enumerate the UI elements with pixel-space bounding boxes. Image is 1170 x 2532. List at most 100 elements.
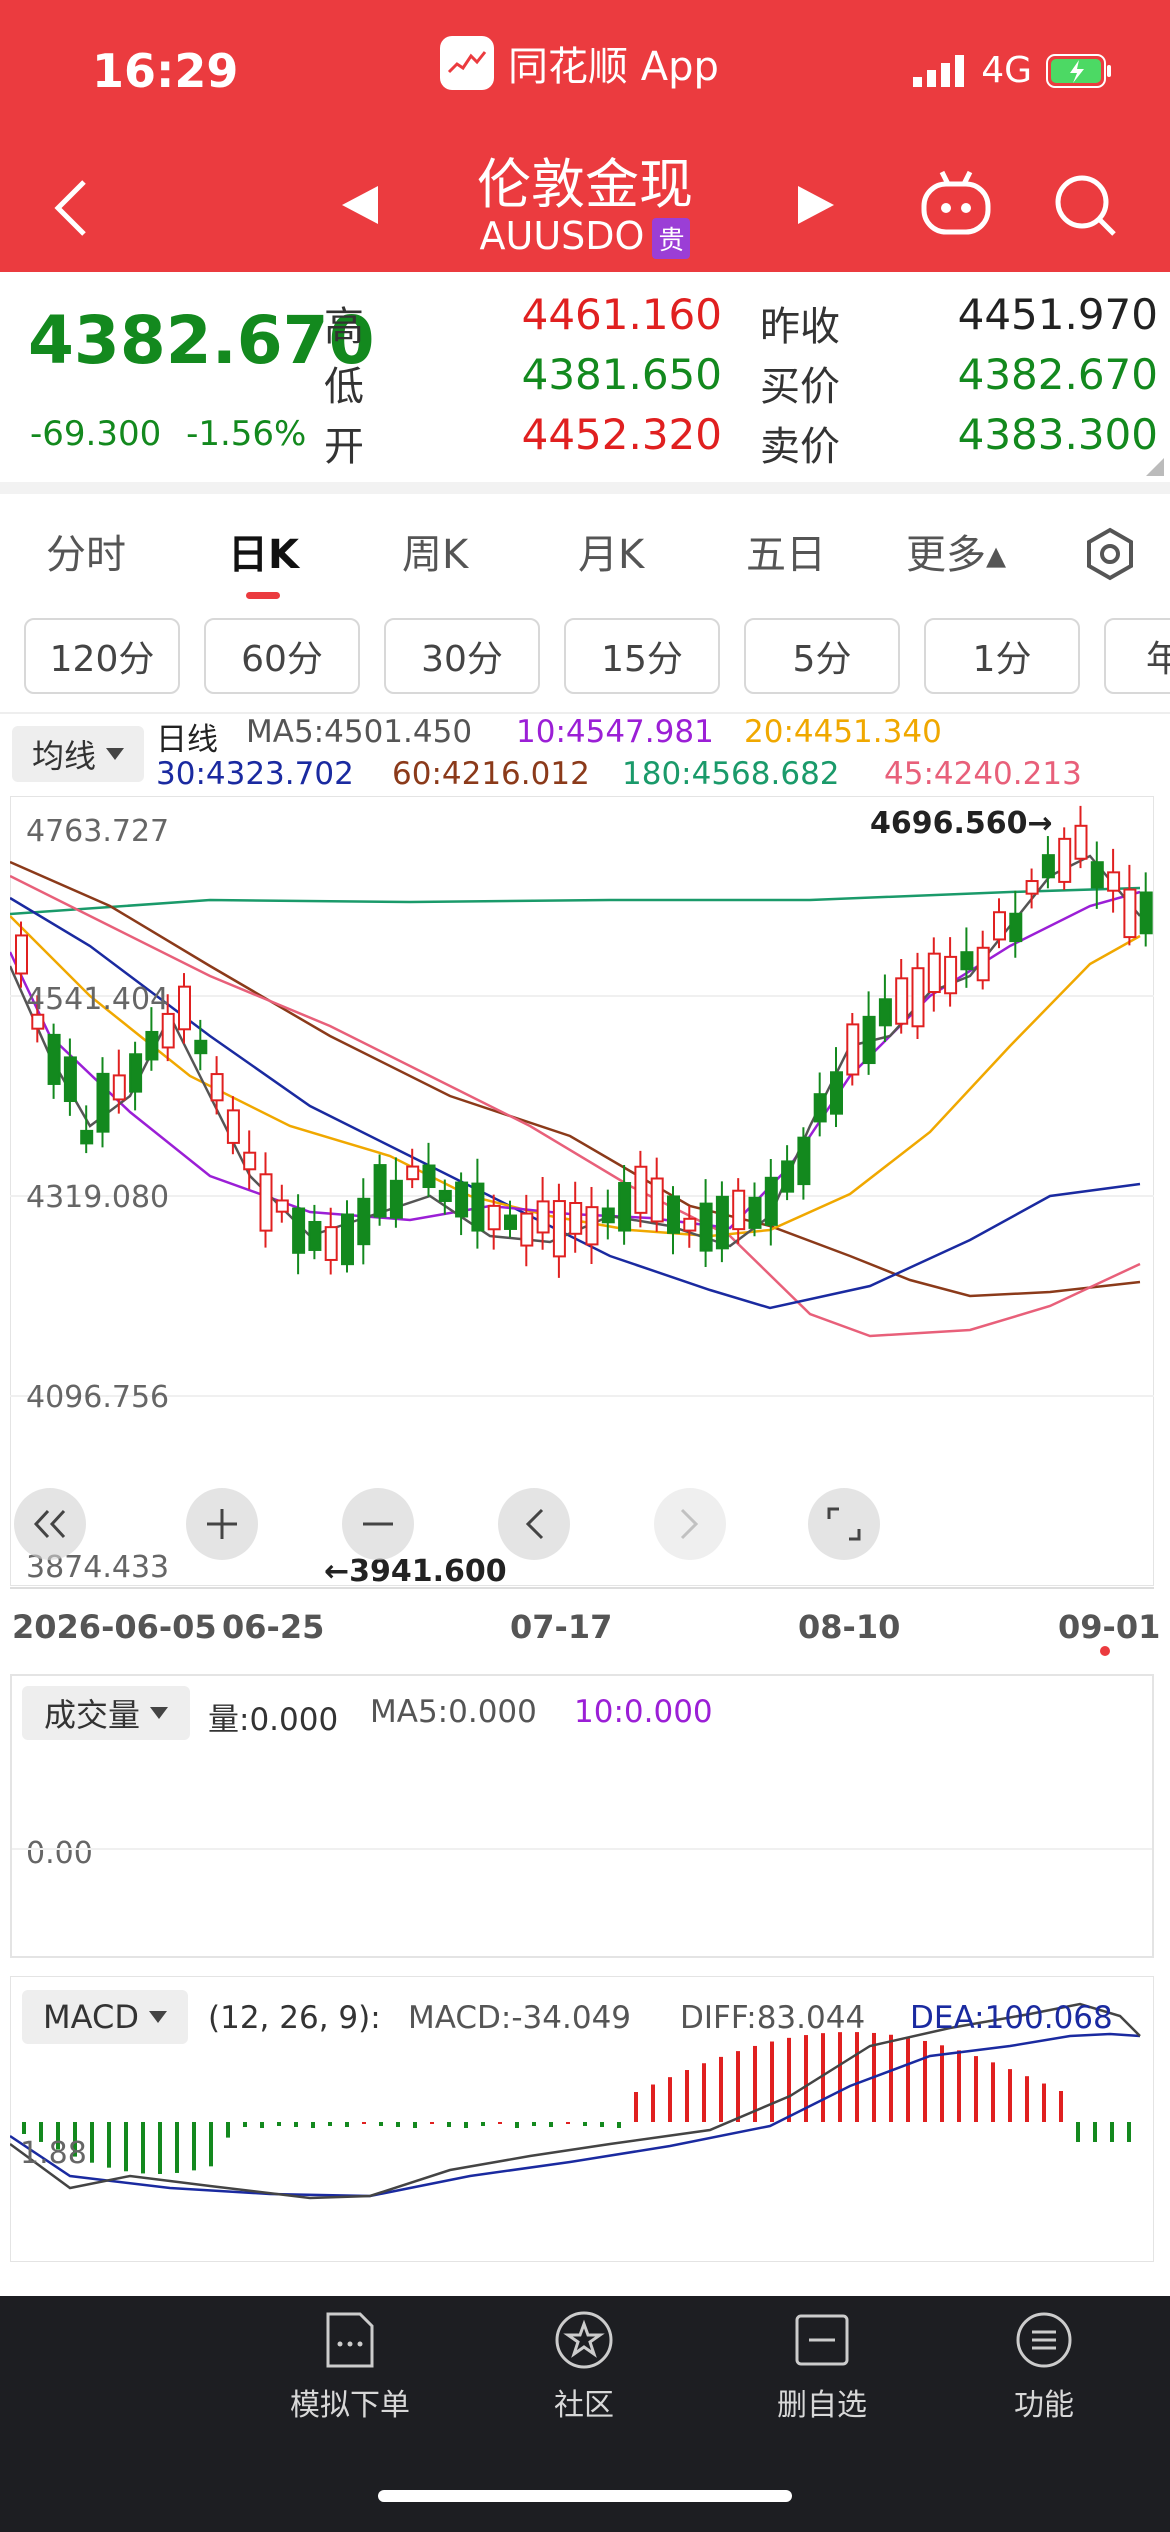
- candle-body: [1009, 912, 1023, 943]
- candle-body: [63, 1056, 77, 1103]
- candle-body: [226, 1109, 240, 1144]
- scroll-right-button[interactable]: [654, 1488, 726, 1560]
- nav-remove-watchlist[interactable]: 删自选: [742, 2310, 902, 2424]
- fullscreen-icon: [827, 1507, 861, 1541]
- dea-value: DEA:100.068: [910, 2000, 1113, 2036]
- interval-1m[interactable]: 1分: [924, 618, 1080, 694]
- date-label-3: 07-17: [510, 1608, 613, 1646]
- volume-ma5: MA5:0.000: [370, 1694, 537, 1730]
- settings-icon[interactable]: [1082, 526, 1138, 582]
- min-price-marker: ←3941.600: [324, 1554, 507, 1589]
- zoom-in-button[interactable]: [186, 1488, 258, 1560]
- interval-5m[interactable]: 5分: [744, 618, 900, 694]
- ma45-value: 45:4240.213: [884, 756, 1082, 792]
- tab-more[interactable]: 更多▴: [906, 522, 1006, 580]
- macd-bar: [1127, 2122, 1131, 2142]
- macd-bar: [481, 2122, 485, 2126]
- macd-bar: [1008, 2069, 1012, 2122]
- macd-bar: [668, 2077, 672, 2122]
- macd-bar: [447, 2122, 451, 2127]
- tab-weekly-k[interactable]: 周K: [402, 522, 468, 580]
- macd-bar: [787, 2037, 791, 2122]
- macd-bar: [1076, 2122, 1080, 2142]
- macd-bar: [498, 2122, 502, 2124]
- candle-body: [15, 934, 28, 975]
- candle-body: [683, 1217, 697, 1232]
- macd-bar: [855, 2032, 859, 2122]
- candle-body: [47, 1033, 61, 1085]
- tab-monthly-k[interactable]: 月K: [578, 522, 644, 580]
- candle-body: [520, 1212, 534, 1247]
- candle-body: [1090, 861, 1104, 889]
- category-badge: 贵: [652, 218, 691, 259]
- macd-bar: [90, 2122, 94, 2163]
- macd-bar: [634, 2092, 638, 2122]
- ma-period-label: 日线: [156, 722, 218, 758]
- change-value: -69.300: [30, 414, 162, 454]
- macd-bar: [651, 2084, 655, 2122]
- ma10-value: 10:4547.981: [516, 714, 714, 750]
- candle-body: [536, 1200, 550, 1234]
- minus-icon: [363, 1522, 393, 1526]
- scroll-left-button[interactable]: [498, 1488, 570, 1560]
- macd-bar: [719, 2056, 723, 2122]
- macd-bar: [379, 2122, 383, 2126]
- chevron-left-icon: [525, 1508, 544, 1540]
- candle-body: [292, 1207, 306, 1254]
- macd-bar: [209, 2122, 213, 2167]
- app-badge[interactable]: 同花顺 App: [440, 34, 719, 92]
- instrument-title: 伦敦金现: [477, 153, 693, 216]
- candle-body: [830, 1071, 843, 1115]
- macd-bar: [413, 2122, 417, 2128]
- tab-daily-k[interactable]: 日K: [228, 522, 299, 580]
- candle-body: [308, 1220, 322, 1251]
- macd-bar: [838, 2032, 842, 2122]
- candle-body: [927, 952, 941, 994]
- remove-watchlist-icon: [795, 2314, 849, 2366]
- macd-bar: [22, 2122, 26, 2134]
- candle-body: [895, 977, 909, 1025]
- candle-body: [243, 1151, 257, 1171]
- current-price: 4382.670: [28, 302, 375, 379]
- macd-selector[interactable]: MACD: [22, 1990, 188, 2044]
- interval-15m[interactable]: 15分: [564, 618, 720, 694]
- volume-value: 量:0.000: [208, 1702, 339, 1738]
- candle-body: [846, 1023, 860, 1076]
- macd-bar: [889, 2034, 893, 2122]
- interval-30m[interactable]: 30分: [384, 618, 540, 694]
- candle-body: [1123, 888, 1137, 939]
- home-indicator[interactable]: [378, 2490, 792, 2502]
- interval-year[interactable]: 年: [1104, 618, 1170, 694]
- date-label-4: 08-10: [798, 1608, 901, 1646]
- search-icon[interactable]: [1052, 172, 1118, 238]
- candle-body: [438, 1189, 452, 1202]
- macd-bar: [515, 2122, 519, 2128]
- low-label: 低: [324, 364, 364, 410]
- macd-bar: [396, 2122, 400, 2127]
- tab-five-day[interactable]: 五日: [746, 522, 826, 580]
- expand-corner-icon[interactable]: [1146, 458, 1164, 476]
- candle-body: [112, 1074, 126, 1101]
- macd-bar: [685, 2070, 689, 2122]
- candle-body: [487, 1204, 501, 1231]
- candle-body: [341, 1213, 354, 1266]
- ma60-value: 60:4216.012: [392, 756, 590, 792]
- scroll-start-button[interactable]: [14, 1488, 86, 1560]
- robot-icon[interactable]: [918, 168, 994, 238]
- zoom-out-button[interactable]: [342, 1488, 414, 1560]
- interval-60m[interactable]: 60分: [204, 618, 360, 694]
- candle-body: [732, 1189, 746, 1231]
- fullscreen-button[interactable]: [808, 1488, 880, 1560]
- interval-120m[interactable]: 120分: [24, 618, 180, 694]
- macd-bar: [940, 2045, 944, 2122]
- candle-body: [194, 1039, 208, 1055]
- macd-bar: [175, 2122, 179, 2173]
- nav-simulated-order[interactable]: 模拟下单: [270, 2310, 430, 2424]
- volume-selector[interactable]: 成交量: [22, 1686, 190, 1740]
- nav-functions[interactable]: 功能: [964, 2310, 1124, 2424]
- network-type: 4G: [981, 50, 1032, 91]
- tab-intraday[interactable]: 分时: [46, 522, 126, 580]
- nav-community[interactable]: 社区: [504, 2310, 664, 2424]
- kline-chart[interactable]: [10, 796, 1154, 1586]
- ma-selector[interactable]: 均线: [12, 726, 144, 782]
